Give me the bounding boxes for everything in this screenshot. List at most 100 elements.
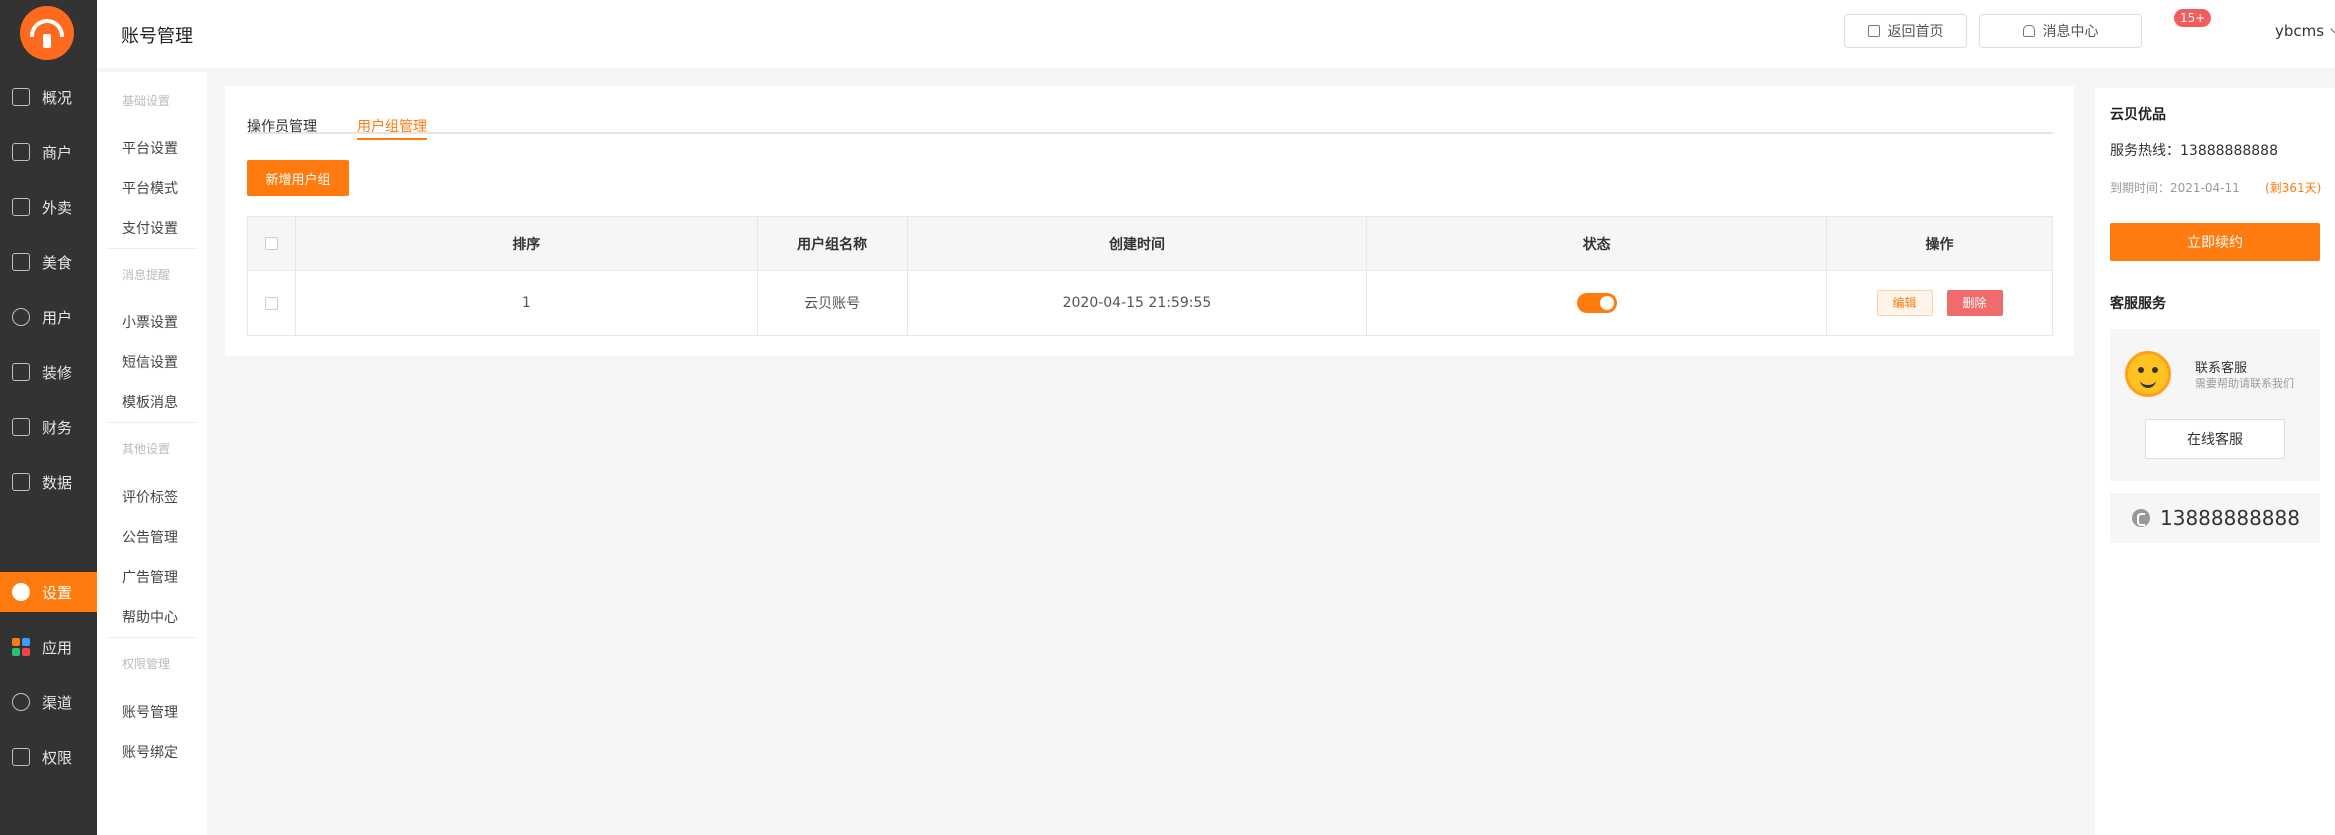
service-hotline: 服务热线：13888888888 <box>2110 143 2278 159</box>
created-time-cell: 2020-04-15 21:59:55 <box>906 270 1368 336</box>
back-home-label: 返回首页 <box>1887 24 1944 40</box>
sidebar-item-label: 商户 <box>42 143 73 162</box>
sidebar-item-merchant[interactable]: 商户 <box>0 132 97 172</box>
back-home-button[interactable]: 返回首页 <box>1844 14 1967 48</box>
submenu-item-ads[interactable]: 广告管理 <box>122 567 178 587</box>
row-checkbox[interactable] <box>264 296 278 310</box>
home-icon <box>12 88 30 106</box>
phone-number: 13888888888 <box>2160 506 2300 530</box>
submenu-item-help[interactable]: 帮助中心 <box>122 607 178 627</box>
tab-operator[interactable]: 操作员管理 <box>247 116 317 140</box>
apps-icon <box>12 638 30 656</box>
submenu-divider <box>107 248 197 249</box>
product-title: 云贝优品 <box>2110 107 2166 123</box>
column-header: 操作 <box>1826 216 2053 271</box>
submenu-group-basic: 基础设置 <box>122 94 171 108</box>
submenu-item-platform[interactable]: 平台设置 <box>122 138 178 158</box>
column-header: 用户组名称 <box>756 216 908 271</box>
submenu-item-template[interactable]: 模板消息 <box>122 392 178 412</box>
submenu-item-receipt[interactable]: 小票设置 <box>122 312 178 332</box>
column-header: 状态 <box>1366 216 1828 271</box>
user-menu[interactable]: ybcms <box>2275 22 2335 40</box>
contact-service-label: 联系客服 <box>2195 361 2248 376</box>
sidebar-item-user[interactable]: 用户 <box>0 297 97 337</box>
phone-icon <box>2132 509 2150 527</box>
status-toggle[interactable] <box>1576 293 1617 313</box>
submenu-divider <box>107 637 197 638</box>
customer-service-card: 联系客服 需要帮助请联系我们 在线客服 <box>2110 329 2320 481</box>
logo-stem-shape <box>43 34 51 48</box>
sidebar-item-label: 用户 <box>42 308 73 327</box>
edit-button[interactable]: 编辑 <box>1876 290 1933 316</box>
submenu-item-accounts[interactable]: 账号管理 <box>122 702 178 722</box>
sidebar-item-decor[interactable]: 装修 <box>0 352 97 392</box>
tab-user-group[interactable]: 用户组管理 <box>357 116 427 140</box>
sidebar-item-label: 装修 <box>42 363 73 382</box>
service-section-title: 客服服务 <box>2110 296 2166 312</box>
submenu-item-sms[interactable]: 短信设置 <box>122 352 178 372</box>
sidebar-item-label: 应用 <box>42 638 73 657</box>
submenu-item-binding[interactable]: 账号绑定 <box>122 742 178 762</box>
message-center-button[interactable]: 消息中心 <box>1979 14 2142 48</box>
column-header: 创建时间 <box>906 216 1368 271</box>
sidebar-item-label: 数据 <box>42 473 73 492</box>
tab-bar: 操作员管理 用户组管理 <box>247 116 2053 140</box>
main-sidebar: 概况 商户 外卖 美食 用户 装修 财务 数据 设置 应用 渠道 权限 <box>0 0 97 835</box>
chart-icon <box>12 473 30 491</box>
header-checkbox-cell <box>247 216 296 271</box>
submenu-item-notice[interactable]: 公告管理 <box>122 527 178 547</box>
right-info-panel: 云贝优品 服务热线：13888888888 到期时间：2021-04-11 (剩… <box>2095 88 2335 835</box>
delete-button[interactable]: 删除 <box>1946 290 2003 316</box>
submenu-item-review-tags[interactable]: 评价标签 <box>122 487 178 507</box>
sidebar-item-apps[interactable]: 应用 <box>0 627 97 667</box>
store-icon <box>12 143 30 161</box>
settings-submenu: 基础设置 平台设置 平台模式 支付设置 消息提醒 小票设置 短信设置 模板消息 … <box>97 72 207 835</box>
sidebar-item-permission[interactable]: 权限 <box>0 737 97 777</box>
row-checkbox-cell <box>247 270 296 336</box>
user-group-table: 排序 用户组名称 创建时间 状态 操作 1 云贝账号 2020-04-15 21… <box>247 216 2053 336</box>
wallet-icon <box>12 418 30 436</box>
online-service-button[interactable]: 在线客服 <box>2145 419 2285 459</box>
remaining-days: (剩361天) <box>2265 181 2322 195</box>
username-label: ybcms <box>2275 22 2325 40</box>
toggle-knob <box>1599 296 1614 310</box>
customer-service-avatar-icon <box>2125 351 2171 397</box>
gear-icon <box>12 583 30 601</box>
submenu-group-message: 消息提醒 <box>122 268 171 282</box>
top-header: 账号管理 返回首页 消息中心 15+ ybcms <box>97 0 2335 68</box>
sidebar-item-finance[interactable]: 财务 <box>0 407 97 447</box>
sidebar-item-overview[interactable]: 概况 <box>0 77 97 117</box>
sidebar-item-label: 美食 <box>42 253 73 272</box>
submenu-item-payment[interactable]: 支付设置 <box>122 218 178 238</box>
sidebar-item-data[interactable]: 数据 <box>0 462 97 502</box>
submenu-group-permission: 权限管理 <box>122 657 171 671</box>
message-count-badge: 15+ <box>2174 9 2212 27</box>
chevron-down-icon <box>2330 23 2335 35</box>
brand-logo-icon[interactable] <box>20 6 74 60</box>
submenu-item-mode[interactable]: 平台模式 <box>122 178 178 198</box>
bell-icon <box>2022 25 2035 37</box>
sidebar-item-food[interactable]: 美食 <box>0 242 97 282</box>
sidebar-item-label: 渠道 <box>42 693 73 712</box>
submenu-divider <box>107 422 197 423</box>
page-title: 账号管理 <box>121 26 193 47</box>
sidebar-item-label: 概况 <box>42 88 73 107</box>
sidebar-item-settings[interactable]: 设置 <box>0 572 97 612</box>
sidebar-item-takeout[interactable]: 外卖 <box>0 187 97 227</box>
select-all-checkbox[interactable] <box>264 237 278 250</box>
sidebar-item-label: 财务 <box>42 418 73 437</box>
sidebar-item-label: 外卖 <box>42 198 73 217</box>
actions-cell: 编辑 删除 <box>1826 270 2053 336</box>
home-icon <box>1867 25 1880 37</box>
add-user-group-button[interactable]: 新增用户组 <box>247 160 349 196</box>
order-cell: 1 <box>294 270 758 336</box>
table-header-row: 排序 用户组名称 创建时间 状态 操作 <box>247 216 2053 271</box>
message-center-label: 消息中心 <box>2042 24 2099 40</box>
phone-card: 13888888888 <box>2110 493 2320 543</box>
renew-button[interactable]: 立即续约 <box>2110 223 2320 261</box>
group-name-cell: 云贝账号 <box>756 270 908 336</box>
main-panel: 操作员管理 用户组管理 新增用户组 排序 用户组名称 创建时间 状态 操作 1 … <box>225 86 2074 356</box>
sidebar-item-channel[interactable]: 渠道 <box>0 682 97 722</box>
link-icon <box>12 693 30 711</box>
sidebar-item-label: 权限 <box>42 748 73 767</box>
